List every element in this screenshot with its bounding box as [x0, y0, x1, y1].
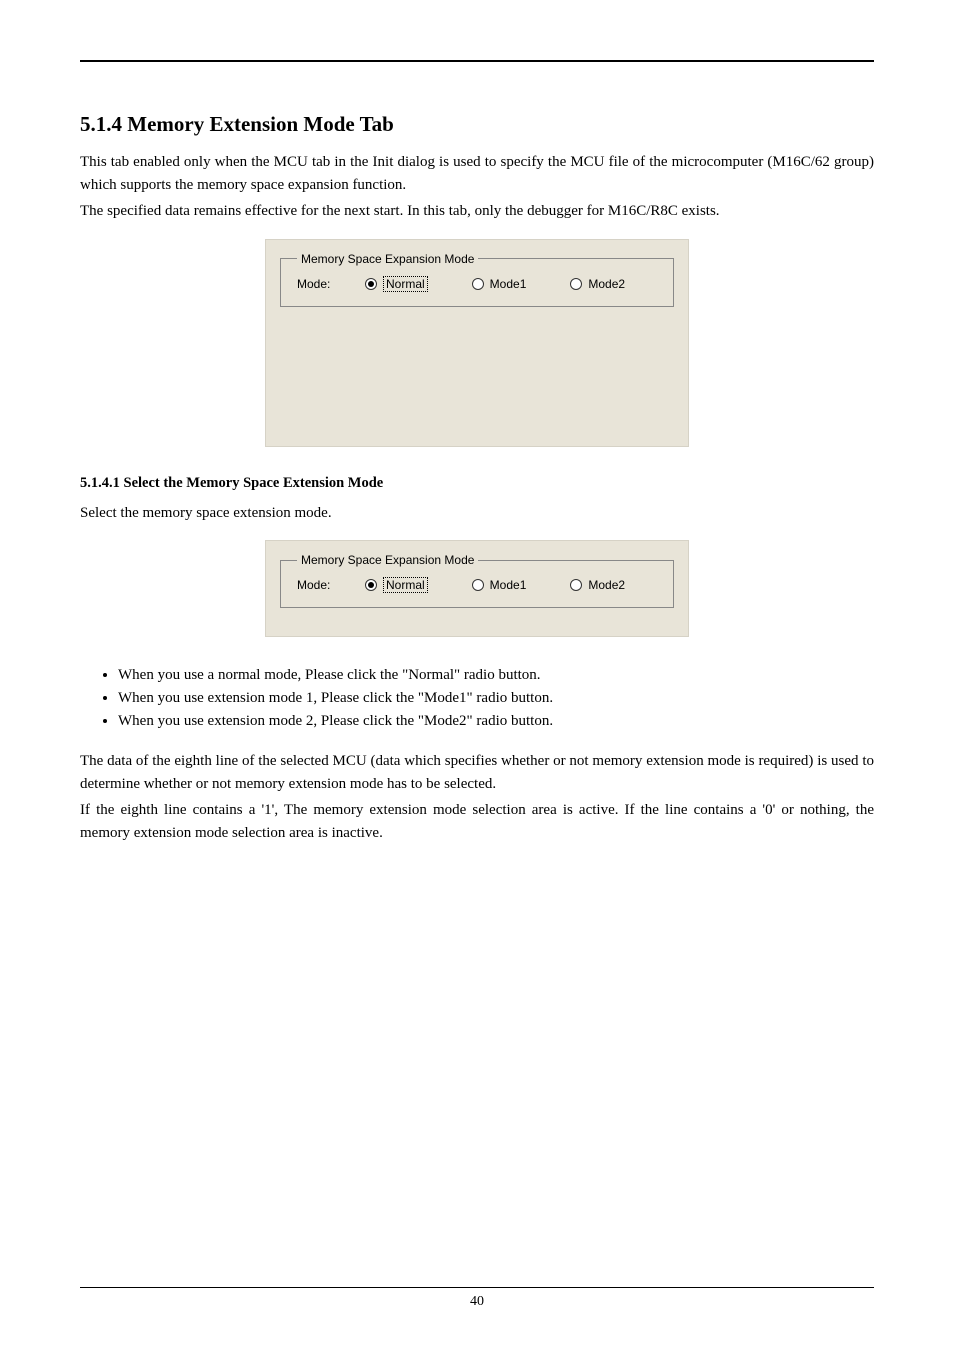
memory-mode-dialog-figure-small: Memory Space Expansion Mode Mode: Normal… — [265, 540, 689, 637]
intro-paragraph-2: The specified data remains effective for… — [80, 200, 874, 223]
radio-icon-selected — [365, 278, 377, 290]
groupbox-legend-small: Memory Space Expansion Mode — [297, 553, 478, 567]
mode-label-small: Mode: — [297, 578, 351, 592]
memory-mode-groupbox: Memory Space Expansion Mode Mode: Normal… — [280, 252, 674, 307]
radio-icon-unselected — [570, 278, 582, 290]
memory-mode-dialog-figure-large: Memory Space Expansion Mode Mode: Normal… — [265, 239, 689, 447]
bottom-rule — [80, 1287, 874, 1288]
radio-mode2-small[interactable]: Mode2 — [570, 578, 625, 592]
instruction-list: When you use a normal mode, Please click… — [80, 665, 874, 732]
mode-label: Mode: — [297, 277, 351, 291]
radio-mode2-label: Mode2 — [588, 277, 625, 291]
explanation-paragraph-1: The data of the eighth line of the selec… — [80, 750, 874, 795]
explanation-paragraph-2: If the eighth line contains a '1', The m… — [80, 799, 874, 844]
radio-icon-unselected — [472, 579, 484, 591]
radio-normal-small[interactable]: Normal — [365, 577, 428, 593]
sub-heading: 5.1.4.1 Select the Memory Space Extensio… — [80, 475, 874, 492]
select-mode-text: Select the memory space extension mode. — [80, 502, 874, 525]
bullet-item: When you use a normal mode, Please click… — [118, 665, 874, 686]
groupbox-legend: Memory Space Expansion Mode — [297, 252, 478, 266]
radio-icon-selected — [365, 579, 377, 591]
radio-mode1-label: Mode1 — [490, 277, 527, 291]
radio-normal[interactable]: Normal — [365, 276, 428, 292]
radio-icon-unselected — [472, 278, 484, 290]
bullet-item: When you use extension mode 2, Please cl… — [118, 711, 874, 732]
radio-mode1-label-small: Mode1 — [490, 578, 527, 592]
radio-icon-unselected — [570, 579, 582, 591]
section-heading: 5.1.4 Memory Extension Mode Tab — [80, 112, 874, 137]
radio-mode1[interactable]: Mode1 — [472, 277, 527, 291]
page-number: 40 — [80, 1294, 874, 1310]
top-rule — [80, 60, 874, 62]
radio-mode2-label-small: Mode2 — [588, 578, 625, 592]
radio-normal-label-small: Normal — [383, 577, 428, 593]
radio-mode2[interactable]: Mode2 — [570, 277, 625, 291]
memory-mode-groupbox-small: Memory Space Expansion Mode Mode: Normal… — [280, 553, 674, 608]
radio-mode1-small[interactable]: Mode1 — [472, 578, 527, 592]
radio-normal-label: Normal — [383, 276, 428, 292]
intro-paragraph-1: This tab enabled only when the MCU tab i… — [80, 151, 874, 196]
bullet-item: When you use extension mode 1, Please cl… — [118, 688, 874, 709]
